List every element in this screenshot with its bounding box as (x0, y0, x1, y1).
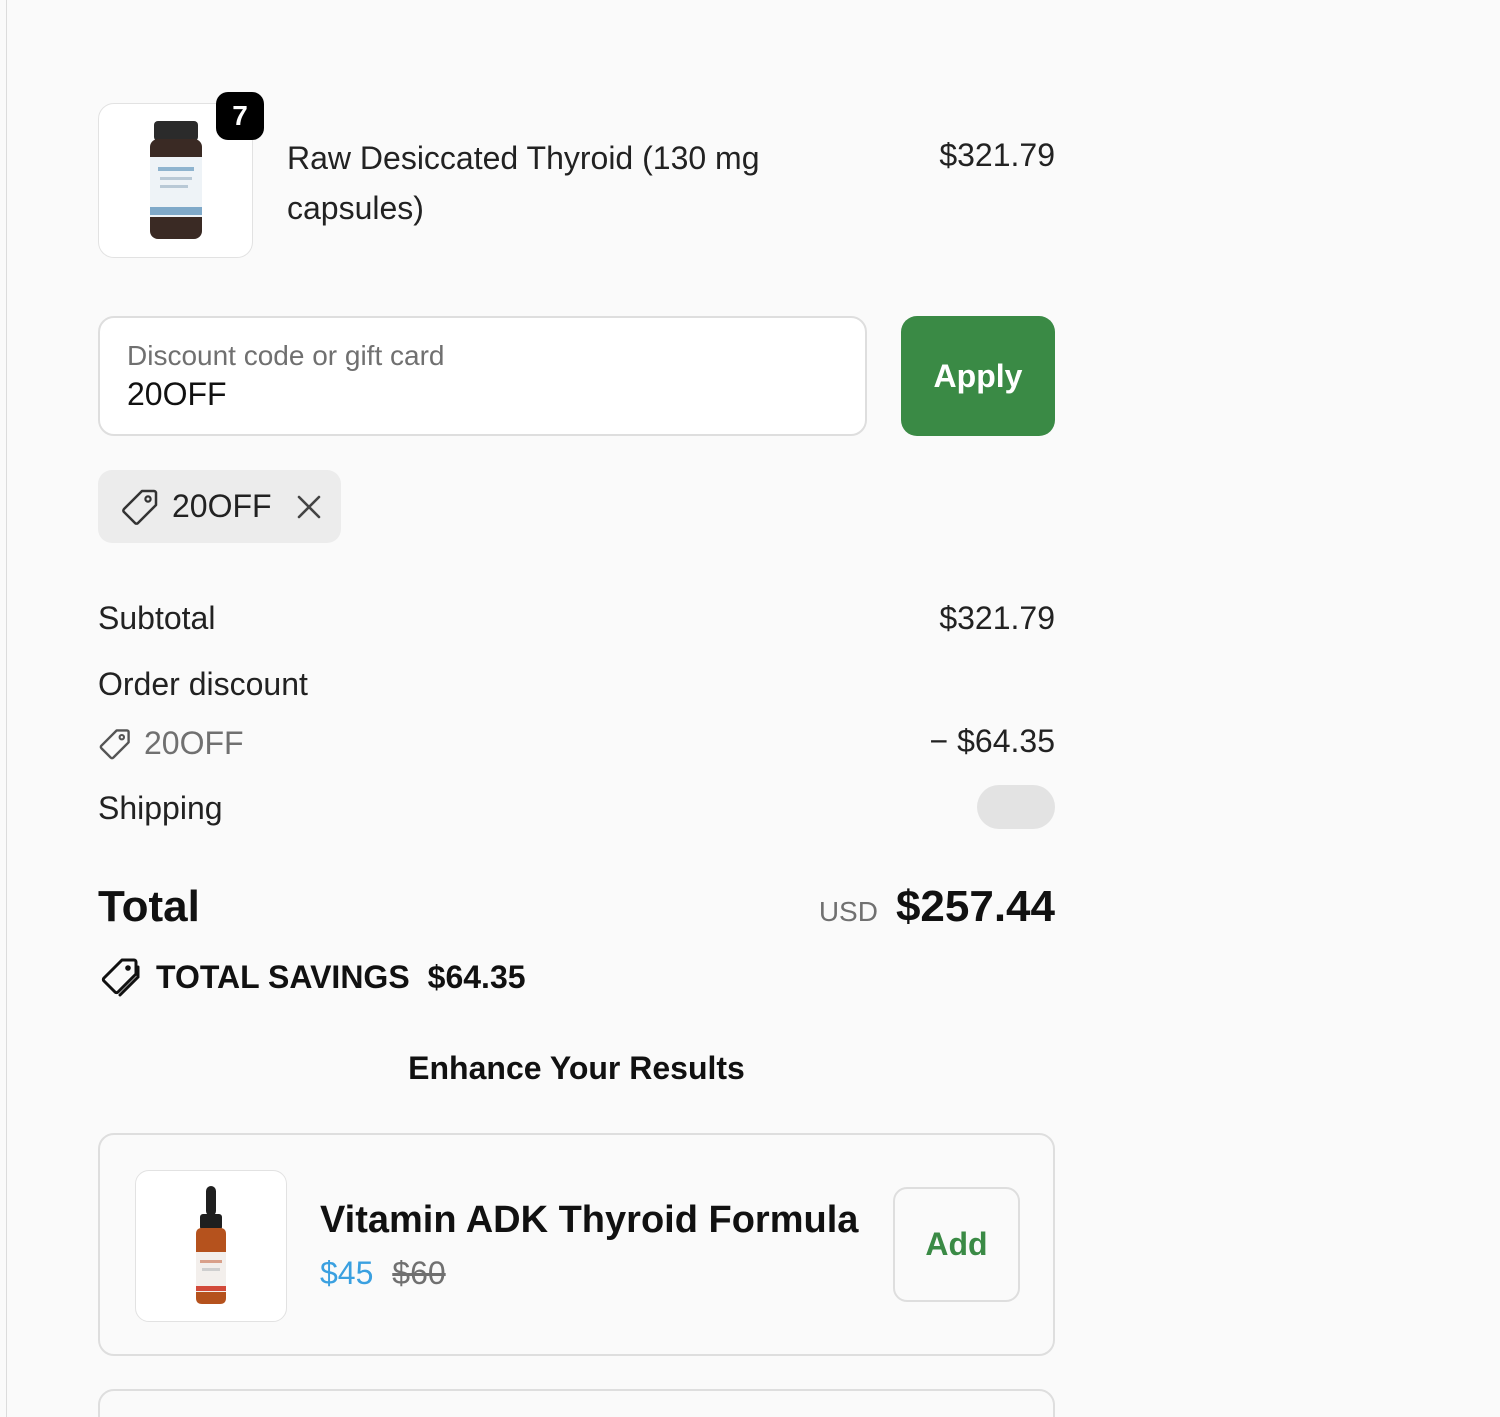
upsell-price: $45 $60 (320, 1255, 446, 1292)
total-savings-label: TOTAL SAVINGS (156, 958, 410, 995)
panel-divider (6, 0, 7, 1417)
applied-code-text: 20OFF (172, 488, 272, 524)
order-discount-value: − $64.35 (929, 723, 1055, 759)
product-price: $321.79 (939, 137, 1055, 173)
dropper-bottle-icon (196, 1186, 226, 1304)
shipping-loading-placeholder (977, 785, 1055, 829)
upsell-card-next (98, 1389, 1055, 1417)
line-item: 7 Raw Desiccated Thyroid (130 mg capsule… (98, 92, 1055, 258)
subtotal-label: Subtotal (98, 600, 216, 636)
upsell-product-name[interactable]: Vitamin ADK Thyroid Formula (320, 1199, 858, 1242)
tag-icon (122, 489, 158, 525)
close-icon[interactable] (294, 492, 324, 522)
tag-icon (99, 728, 130, 759)
total-amount-group: USD $257.44 (819, 882, 1055, 932)
order-discount-code: 20OFF (98, 725, 244, 762)
order-discount-code-text: 20OFF (144, 725, 244, 761)
subtotal-value: $321.79 (939, 600, 1055, 636)
upsell-heading: Enhance Your Results (408, 1050, 745, 1086)
upsell-sale-price: $45 (320, 1255, 374, 1291)
total-savings: TOTAL SAVINGS $64.35 (98, 955, 526, 999)
checkout-summary-page: 7 Raw Desiccated Thyroid (130 mg capsule… (0, 0, 1500, 1417)
order-discount-label: Order discount (98, 666, 308, 702)
upsell-card: Vitamin ADK Thyroid Formula $45 $60 Add (98, 1133, 1055, 1356)
discount-code-field[interactable]: Discount code or gift card 20OFF (98, 316, 867, 436)
currency-code: USD (818, 896, 878, 927)
shipping-label: Shipping (98, 790, 223, 826)
upsell-product-thumbnail (135, 1170, 287, 1322)
supplement-bottle-icon (149, 120, 202, 239)
apply-button[interactable]: Apply (901, 316, 1055, 436)
discount-field-value[interactable]: 20OFF (127, 376, 227, 413)
total-savings-amount: $64.35 (427, 958, 526, 995)
add-upsell-button[interactable]: Add (893, 1187, 1020, 1302)
total-amount: $257.44 (895, 882, 1055, 931)
quantity-badge: 7 (216, 92, 264, 140)
total-label: Total (98, 882, 200, 931)
discount-field-label: Discount code or gift card (127, 340, 445, 371)
applied-discount-chip: 20OFF (98, 470, 341, 543)
product-name: Raw Desiccated Thyroid (130 mg capsules) (287, 140, 760, 226)
tags-icon (101, 958, 140, 997)
upsell-original-price: $60 (392, 1255, 446, 1291)
